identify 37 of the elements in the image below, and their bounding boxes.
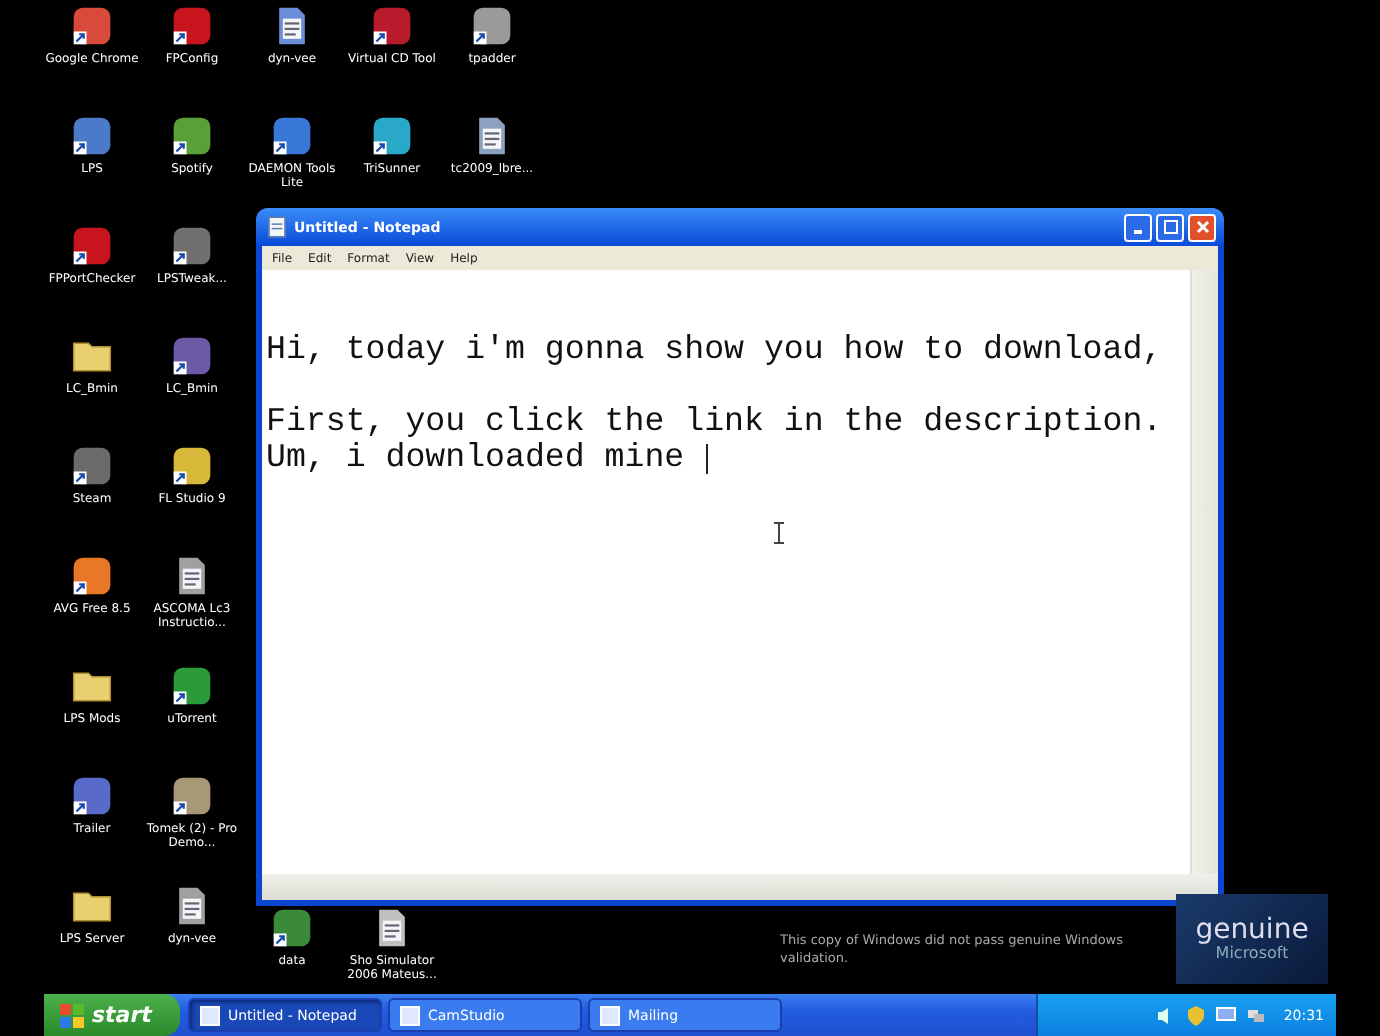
app-icon[interactable] [370, 114, 414, 158]
app-icon[interactable] [70, 224, 114, 268]
window-icon [200, 1005, 220, 1025]
ibeam-cursor-icon [774, 522, 784, 544]
app-icon[interactable] [170, 444, 214, 488]
windows-flag-icon [60, 1003, 84, 1027]
maximize-icon [1163, 220, 1177, 234]
app-icon[interactable] [70, 774, 114, 818]
app-icon[interactable] [170, 4, 214, 48]
notepad-icon [268, 216, 286, 238]
monitor-icon[interactable] [1215, 1005, 1236, 1025]
app-icon[interactable] [170, 114, 214, 158]
window-icon [600, 1005, 620, 1025]
text-line: First, you click the link in the description. [266, 404, 1163, 440]
close-icon [1195, 220, 1209, 234]
app-icon[interactable] [170, 334, 214, 378]
badge-brand: Microsoft [1215, 944, 1289, 962]
app-icon[interactable] [170, 224, 214, 268]
app-icon[interactable] [70, 114, 114, 158]
app-icon[interactable] [70, 444, 114, 488]
text-caret [706, 443, 709, 473]
app-icon[interactable] [170, 774, 214, 818]
network-icon[interactable] [1245, 1005, 1266, 1025]
app-icon[interactable] [70, 4, 114, 48]
window-icon [400, 1005, 420, 1025]
maximize-button[interactable] [1156, 213, 1184, 241]
minimize-button[interactable] [1124, 213, 1152, 241]
app-icon[interactable] [470, 4, 514, 48]
text-line: Hi, today i'm gonna show you how to download, [266, 332, 1163, 368]
app-icon[interactable] [70, 554, 114, 598]
app-icon[interactable] [370, 4, 414, 48]
app-icon[interactable] [270, 114, 314, 158]
close-button[interactable] [1188, 213, 1216, 241]
text-line: Um, i downloaded mine [266, 440, 685, 476]
badge-title: genuine [1195, 916, 1309, 944]
app-icon[interactable] [270, 906, 314, 950]
app-icon[interactable] [170, 664, 214, 708]
